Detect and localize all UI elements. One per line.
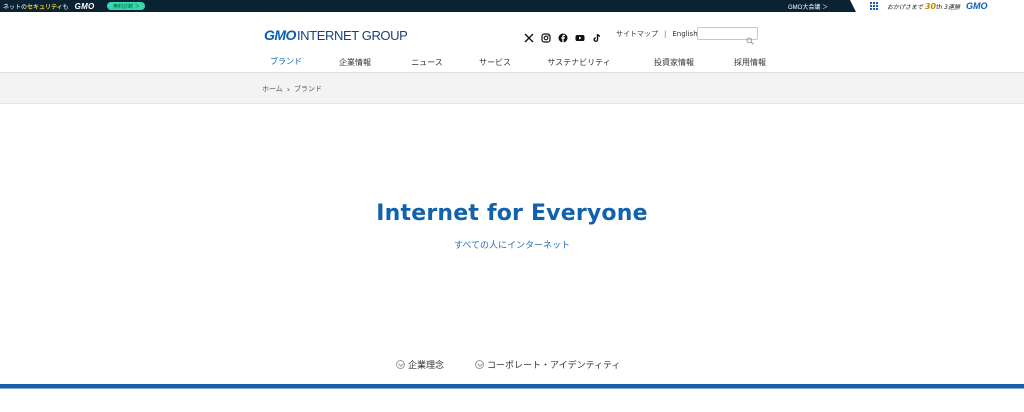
sitemap-link[interactable]: サイトマップ [616,29,658,39]
chevron-down-circle-icon [475,360,485,369]
page-anchor-links: 企業理念 コーポレート・アイデンティティ [396,358,621,371]
promo-security-banner[interactable]: ネットのセキュリティも GMO 無料診断 ＞ [0,0,860,12]
utility-links: サイトマップ | English [616,29,698,39]
tab-recruit[interactable]: 採用情報 [719,50,781,74]
tab-services[interactable]: サービス [461,50,529,74]
tab-brand[interactable]: ブランド [255,50,317,74]
tab-label: 採用情報 [734,57,766,67]
tab-investors[interactable]: 投資家情報 [629,50,719,74]
tab-company[interactable]: 企業情報 [317,50,393,74]
tab-label: 企業情報 [339,57,371,67]
hero-subtitle: すべての人にインターネット [453,241,570,251]
tab-label: サービス [479,57,511,67]
promo-bar: ネットのセキュリティも GMO 無料診断 ＞ GMO大会議 ＞ おかげさまで 3… [0,0,1024,12]
utility-separator: | [664,30,667,38]
tab-label: ニュース [411,57,443,67]
x-icon[interactable] [524,28,534,43]
tab-news[interactable]: ニュース [393,50,461,74]
hero-title: Internet for Everyone [376,201,648,226]
anchor-label: 企業理念 [408,361,445,371]
english-link[interactable]: English [672,30,697,38]
search-box [697,27,758,47]
promo-security-text: ネットのセキュリティも [3,3,69,11]
section-divider-line [0,388,1024,389]
instagram-icon[interactable] [541,28,551,43]
logo-internet-group-text: INTERNET GROUP [296,28,408,43]
promo-right-area: おかげさまで 30th 3連勝 GMO [850,0,1024,12]
search-input[interactable] [701,36,749,47]
promo-right-gmo-logo[interactable]: GMO [966,1,988,11]
tab-label: ブランド [270,56,302,66]
youtube-icon[interactable] [575,28,585,41]
group-services-grid-icon[interactable] [870,1,879,11]
gmo-meeting-link[interactable]: GMO大会議 ＞ [788,2,828,11]
anchor-label: コーポレート・アイデンティティ [487,361,621,371]
breadcrumb-current: ブランド [294,85,322,93]
global-nav: ブランド 企業情報 ニュース サービス サステナビリティ 投資家情報 採用情報 [255,50,781,74]
breadcrumb: ホーム › ブランド [0,73,1024,104]
tab-label: 投資家情報 [654,57,694,67]
tiktok-icon[interactable] [592,28,602,42]
gmo-internet-group-logo[interactable]: GMO INTERNET GROUP [264,27,408,43]
tab-sustainability[interactable]: サステナビリティ [529,50,629,74]
search-icon[interactable] [746,30,754,45]
facebook-icon[interactable] [558,28,568,43]
logo-gmo-text: GMO [264,27,296,43]
anchor-corporate-identity[interactable]: コーポレート・アイデンティティ [475,358,621,371]
tab-label: サステナビリティ [547,57,611,67]
anchor-philosophy[interactable]: 企業理念 [396,358,444,371]
breadcrumb-home-link[interactable]: ホーム [262,84,283,94]
social-links [524,28,602,43]
free-diagnosis-button[interactable]: 無料診断 ＞ [107,2,146,10]
chevron-right-icon: › [286,84,290,94]
promo-gmo-logo: GMO [74,1,95,11]
chevron-down-circle-icon [396,360,405,369]
anniversary-text: おかげさまで 30th 3連勝 [887,1,960,11]
